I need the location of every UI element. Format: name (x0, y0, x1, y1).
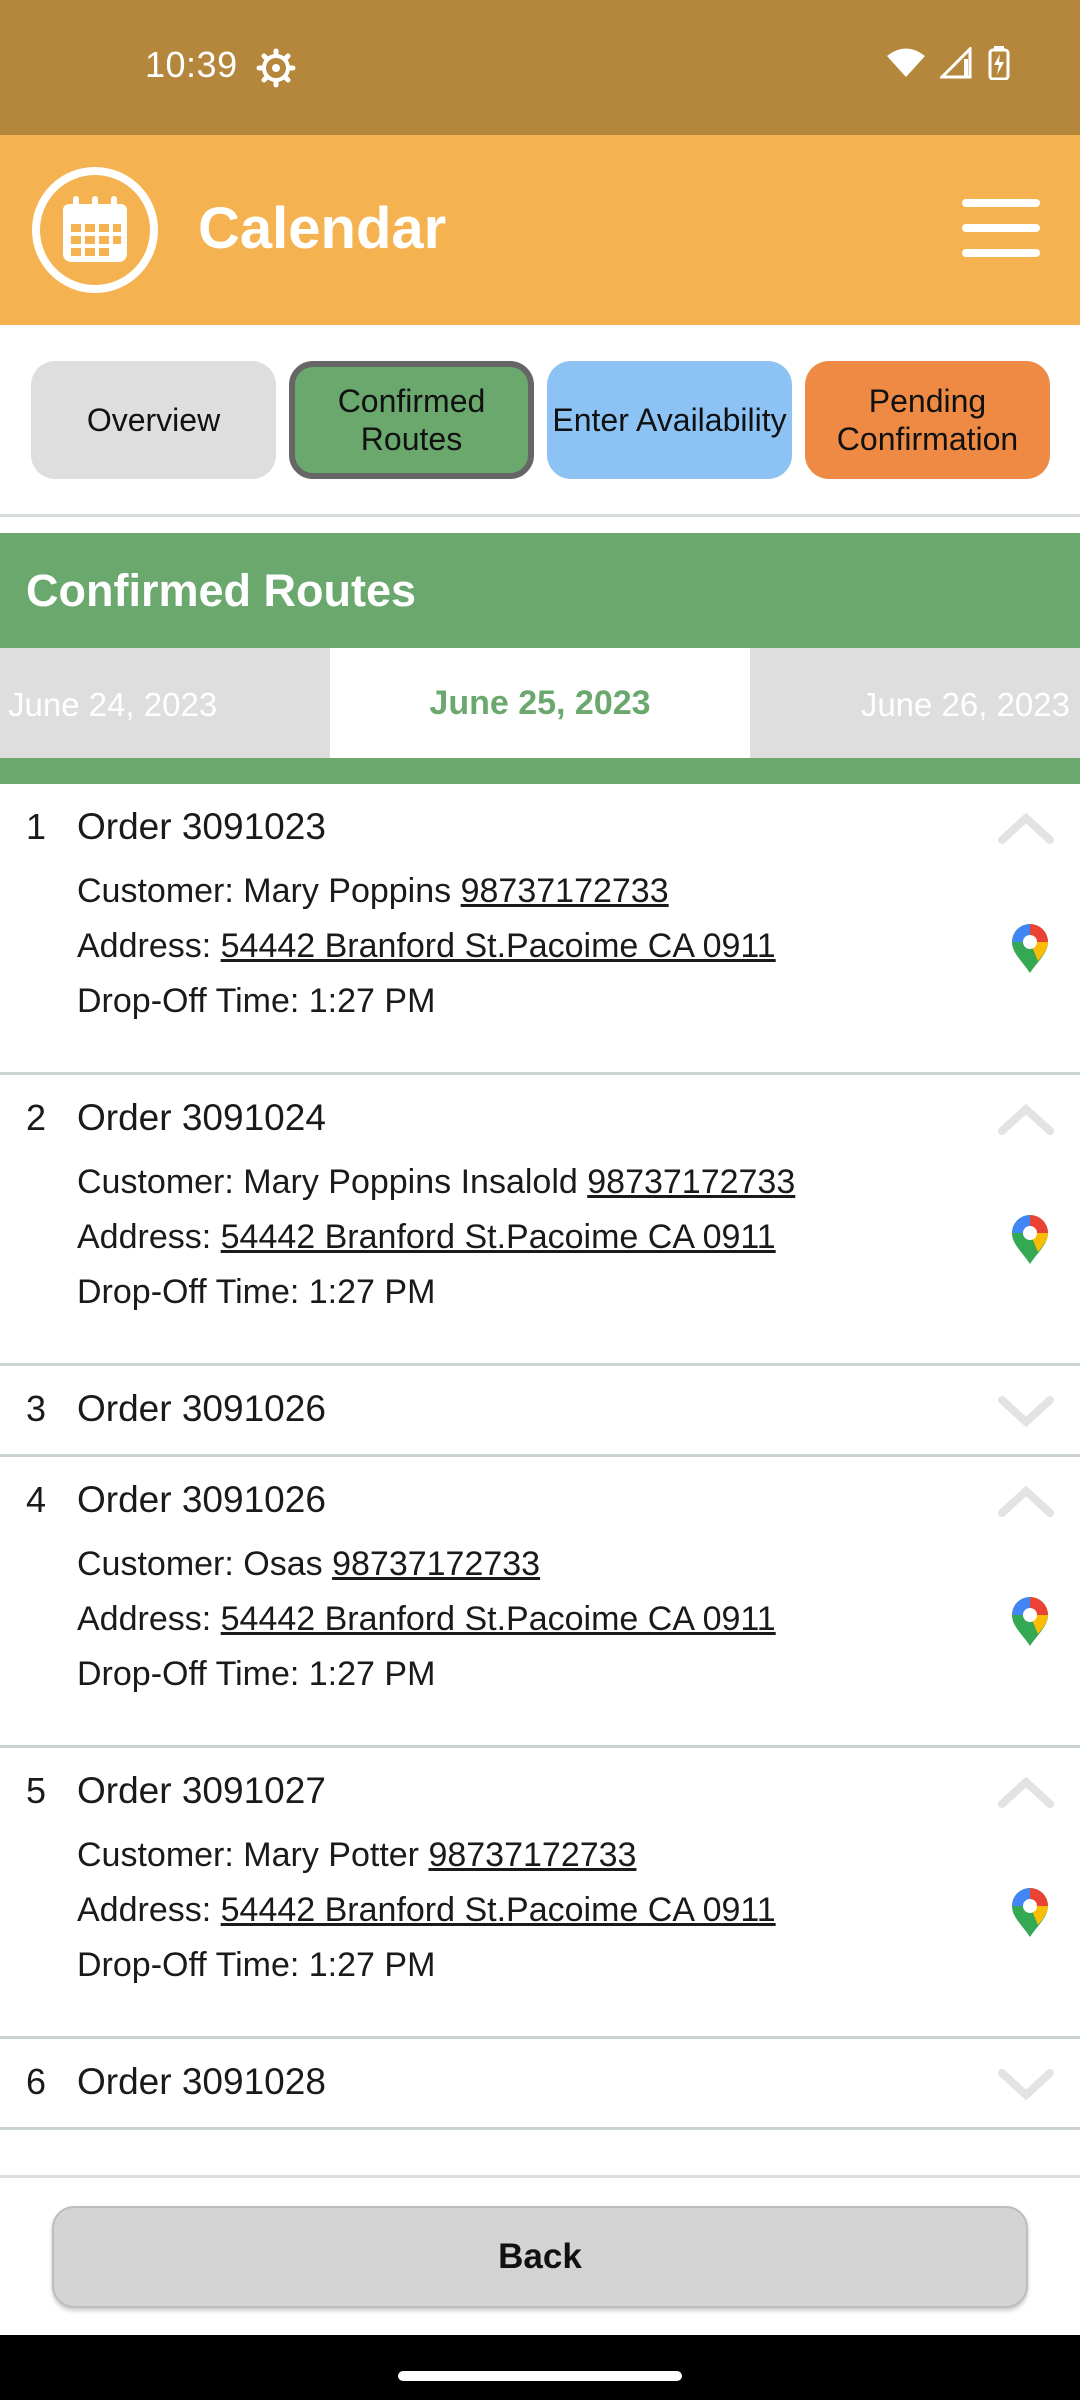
dropoff-time: 1:27 PM (308, 1946, 436, 1984)
order-item[interactable]: 4 Order 3091026 Customer: Osas 987371727… (0, 1457, 1080, 1748)
order-item[interactable]: 1 Order 3091023 Customer: Mary Poppins 9… (0, 784, 1080, 1075)
section-header: Confirmed Routes (0, 533, 1080, 648)
phone-link[interactable]: 98737172733 (428, 1836, 636, 1874)
order-item[interactable]: 5 Order 3091027 Customer: Mary Potter 98… (0, 1748, 1080, 2039)
address-link[interactable]: 54442 Branford St.Pacoime CA 0911 (221, 1891, 776, 1929)
order-index: 6 (26, 2061, 47, 2102)
section-title: Confirmed Routes (26, 565, 417, 616)
footer: Back (0, 2175, 1080, 2335)
order-title: Order 3091027 (77, 1770, 326, 1811)
system-nav-bar (0, 2335, 1080, 2400)
address-link[interactable]: 54442 Branford St.Pacoime CA 0911 (221, 927, 776, 965)
phone-link[interactable]: 98737172733 (332, 1545, 540, 1583)
address-link[interactable]: 54442 Branford St.Pacoime CA 0911 (221, 1218, 776, 1256)
tab-enter-availability[interactable]: Enter Availability (547, 361, 792, 479)
customer-name: Mary Potter (243, 1836, 419, 1874)
dropoff-time: 1:27 PM (308, 1655, 436, 1693)
order-index: 2 (26, 1097, 47, 1138)
order-title: Order 3091028 (77, 2061, 326, 2102)
app-header: Calendar (0, 135, 1080, 325)
dropoff-line: Drop-Off Time: 1:27 PM (77, 1273, 436, 1311)
chevron-down-icon[interactable] (996, 2063, 1056, 2103)
customer-name: Mary Poppins (243, 872, 452, 910)
gear-icon (256, 48, 296, 88)
tab-confirmed-routes[interactable]: Confirmed Routes (289, 361, 534, 479)
phone-link[interactable]: 98737172733 (587, 1163, 795, 1201)
map-pin-icon[interactable] (1010, 923, 1050, 975)
dropoff-line: Drop-Off Time: 1:27 PM (77, 1946, 436, 1984)
map-pin-icon[interactable] (1010, 1214, 1050, 1266)
address-line: Address: 54442 Branford St.Pacoime CA 09… (77, 1218, 776, 1256)
map-pin-icon[interactable] (1010, 1887, 1050, 1939)
dropoff-line: Drop-Off Time: 1:27 PM (77, 982, 436, 1020)
order-index: 3 (26, 1388, 47, 1429)
chevron-up-icon[interactable] (996, 1481, 1056, 1521)
chevron-up-icon[interactable] (996, 1099, 1056, 1139)
customer-line: Customer: Mary Poppins Insalold 98737172… (77, 1163, 796, 1201)
order-item[interactable]: 6 Order 3091028 (0, 2039, 1080, 2130)
order-title: Order 3091024 (77, 1097, 326, 1138)
order-index: 4 (26, 1479, 47, 1520)
dropoff-time: 1:27 PM (308, 982, 436, 1020)
hamburger-menu-icon[interactable] (962, 199, 1040, 257)
phone-link[interactable]: 98737172733 (461, 872, 669, 910)
back-button[interactable]: Back (52, 2206, 1028, 2308)
order-title: Order 3091023 (77, 806, 326, 847)
address-line: Address: 54442 Branford St.Pacoime CA 09… (77, 927, 776, 965)
signal-icon (940, 47, 972, 79)
tab-overview[interactable]: Overview (31, 361, 276, 479)
map-pin-icon[interactable] (1010, 1596, 1050, 1648)
date-prev[interactable]: June 24, 2023 (8, 686, 217, 724)
order-item[interactable]: 2 Order 3091024 Customer: Mary Poppins I… (0, 1075, 1080, 1366)
address-line: Address: 54442 Branford St.Pacoime CA 09… (77, 1891, 776, 1929)
customer-line: Customer: Mary Potter 98737172733 (77, 1836, 637, 1874)
customer-line: Customer: Mary Poppins 98737172733 (77, 872, 669, 910)
address-link[interactable]: 54442 Branford St.Pacoime CA 0911 (221, 1600, 776, 1638)
chevron-up-icon[interactable] (996, 808, 1056, 848)
tab-pending-confirmation[interactable]: Pending Confirmation (805, 361, 1050, 479)
battery-charging-icon (988, 46, 1010, 80)
status-bar: 10:39 (0, 0, 1080, 135)
date-next[interactable]: June 26, 2023 (861, 686, 1070, 724)
customer-name: Mary Poppins Insalold (243, 1163, 578, 1201)
customer-line: Customer: Osas 98737172733 (77, 1545, 541, 1583)
page-title: Calendar (198, 196, 447, 261)
order-index: 5 (26, 1770, 47, 1811)
order-title: Order 3091026 (77, 1479, 326, 1520)
home-indicator[interactable] (398, 2371, 682, 2381)
wifi-icon (887, 48, 925, 77)
date-selector: June 24, 2023 June 25, 2023 June 26, 202… (0, 648, 1080, 758)
chevron-down-icon[interactable] (996, 1390, 1056, 1430)
order-item[interactable]: 3 Order 3091026 (0, 1366, 1080, 1457)
status-time: 10:39 (145, 44, 238, 85)
date-current[interactable]: June 25, 2023 (330, 648, 750, 758)
order-title: Order 3091026 (77, 1388, 326, 1429)
customer-name: Osas (243, 1545, 323, 1583)
date-underline (0, 758, 1080, 784)
address-line: Address: 54442 Branford St.Pacoime CA 09… (77, 1600, 776, 1638)
order-index: 1 (26, 806, 47, 847)
dropoff-time: 1:27 PM (308, 1273, 436, 1311)
tab-bar: Overview Confirmed Routes Enter Availabi… (0, 325, 1080, 517)
dropoff-line: Drop-Off Time: 1:27 PM (77, 1655, 436, 1693)
chevron-up-icon[interactable] (996, 1772, 1056, 1812)
status-icons (886, 46, 1010, 80)
order-list: 1 Order 3091023 Customer: Mary Poppins 9… (0, 784, 1080, 2130)
calendar-icon (32, 167, 158, 293)
